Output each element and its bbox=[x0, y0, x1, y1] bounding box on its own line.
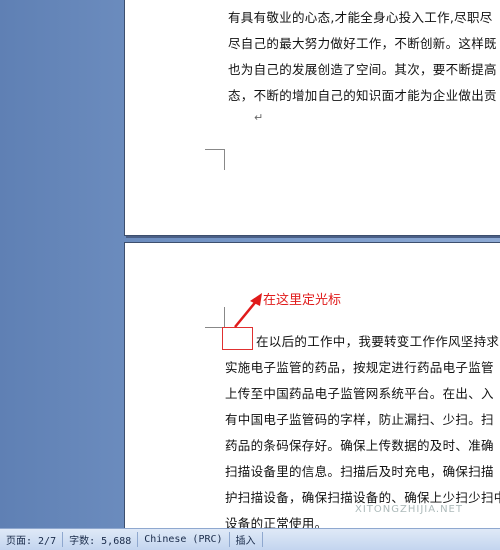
text-line[interactable]: 上传至中国药品电子监管网系统平台。在出、入 bbox=[225, 383, 494, 402]
status-word-count[interactable]: 字数: 5,688 bbox=[63, 529, 137, 550]
text-line[interactable]: 实施电子监管的药品，按规定进行药品电子监管 bbox=[225, 357, 494, 376]
page-margin-corner-mark bbox=[205, 307, 225, 328]
text-line[interactable]: 尽自己的最大努力做好工作，不断创新。这样既 bbox=[228, 33, 497, 52]
status-divider bbox=[261, 532, 263, 547]
cursor-position-highlight bbox=[222, 327, 253, 350]
annotation-label: 在这里定光标 bbox=[263, 293, 342, 308]
document-workspace[interactable]: 有具有敬业的心态,才能全身心投入工作,尽职尽 尽自己的最大努力做好工作，不断创新… bbox=[0, 0, 500, 528]
document-page-1[interactable]: 有具有敬业的心态,才能全身心投入工作,尽职尽 尽自己的最大努力做好工作，不断创新… bbox=[124, 0, 500, 236]
status-bar: 页面: 2/7 字数: 5,688 Chinese (PRC) 插入 bbox=[0, 528, 500, 550]
status-page-number[interactable]: 页面: 2/7 bbox=[0, 529, 62, 550]
text-line[interactable]: 态，不断的增加自己的知识面才能为企业做出贡 bbox=[228, 85, 497, 104]
status-insert-mode[interactable]: 插入 bbox=[230, 529, 262, 550]
text-line[interactable]: 药品的条码保存好。确保上传数据的及时、准确 bbox=[225, 435, 494, 454]
text-line[interactable]: 扫描设备里的信息。扫描后及时充电，确保扫描 bbox=[225, 461, 494, 480]
paragraph-mark-icon: ↵ bbox=[254, 111, 264, 124]
watermark: XITONGZHIJIA.NET bbox=[355, 504, 463, 515]
status-language[interactable]: Chinese (PRC) bbox=[138, 529, 228, 550]
page-margin-corner-mark bbox=[205, 149, 225, 170]
text-line[interactable]: 也为自己的发展创造了空间。其次，要不断提高 bbox=[228, 59, 497, 78]
text-line[interactable]: 在以后的工作中，我要转变工作作风坚持求 bbox=[256, 331, 499, 350]
document-page-2[interactable]: 在这里定光标 在以后的工作中，我要转变工作作风坚持求 实施电子监管的药品，按规定… bbox=[124, 242, 500, 528]
text-line[interactable]: 有中国电子监管码的字样，防止漏扫、少扫。扫 bbox=[225, 409, 494, 428]
text-line[interactable]: 设备的正常使用。 bbox=[225, 513, 327, 528]
text-line[interactable]: 有具有敬业的心态,才能全身心投入工作,尽职尽 bbox=[228, 7, 493, 26]
